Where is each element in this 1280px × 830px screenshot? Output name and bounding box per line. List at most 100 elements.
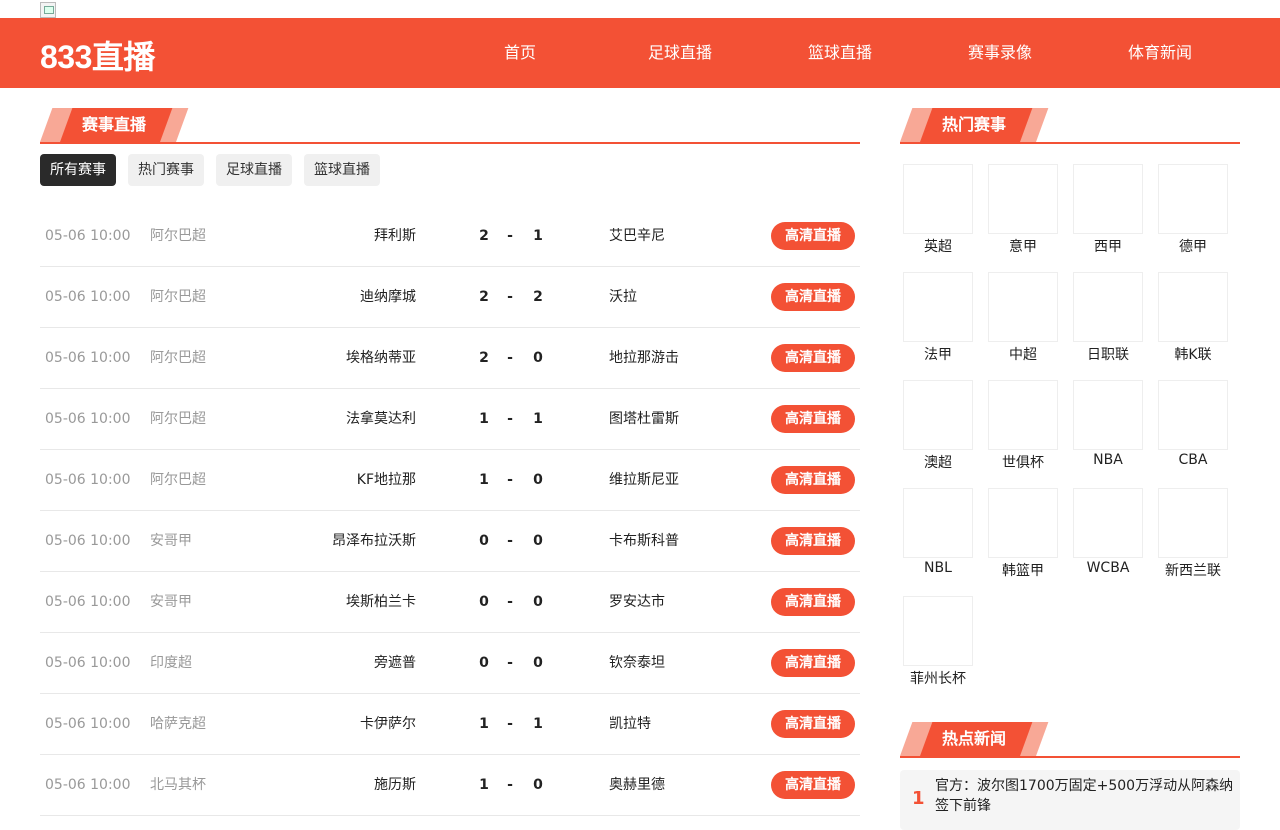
hd-live-button[interactable]: 高清直播 [771, 344, 855, 372]
match-row[interactable]: 05-06 10:00 北马其杯 施历斯 1 - 0 奥赫里德 高清直播 [40, 755, 860, 816]
match-row[interactable]: 05-06 10:00 阿尔巴超 法拿莫达利 1 - 1 图塔杜雷斯 高清直播 [40, 389, 860, 450]
away-team: 凯拉特 [609, 716, 651, 732]
score-separator: - [507, 594, 513, 610]
match-time: 05-06 10:00 [45, 655, 131, 671]
filter-basketball[interactable]: 篮球直播 [304, 154, 380, 186]
league-item[interactable]: 韩K联 [1155, 272, 1240, 380]
league-name: NBA [1093, 452, 1123, 468]
league-logo-placeholder [903, 596, 973, 666]
away-team: 沃拉 [609, 289, 637, 305]
league-item[interactable]: 德甲 [1155, 164, 1240, 272]
match-league[interactable]: 印度超 [150, 633, 192, 693]
filter-football[interactable]: 足球直播 [216, 154, 292, 186]
away-team: 维拉斯尼亚 [609, 472, 679, 488]
home-team: 法拿莫达利 [346, 411, 416, 427]
away-team: 图塔杜雷斯 [609, 411, 679, 427]
match-row[interactable]: 05-06 10:00 安哥甲 埃斯柏兰卡 0 - 0 罗安达市 高清直播 [40, 572, 860, 633]
match-row[interactable]: 05-06 10:00 安哥甲 昂泽布拉沃斯 0 - 0 卡布斯科普 高清直播 [40, 511, 860, 572]
score-separator: - [507, 655, 513, 671]
nav-match-replays[interactable]: 赛事录像 [920, 18, 1080, 88]
hd-live-button[interactable]: 高清直播 [771, 405, 855, 433]
league-logo-placeholder [988, 272, 1058, 342]
league-item[interactable]: 西甲 [1070, 164, 1155, 272]
hd-live-button[interactable]: 高清直播 [771, 710, 855, 738]
home-team: 埃斯柏兰卡 [346, 594, 416, 610]
home-score: 1 [479, 777, 489, 793]
hd-live-button[interactable]: 高清直播 [771, 222, 855, 250]
home-score: 2 [479, 228, 489, 244]
hd-live-button[interactable]: 高清直播 [771, 771, 855, 799]
score-separator: - [507, 289, 513, 305]
nav-football-live[interactable]: 足球直播 [600, 18, 760, 88]
filter-all[interactable]: 所有赛事 [40, 154, 116, 186]
match-row[interactable]: 05-06 10:00 阿尔巴超 迪纳摩城 2 - 2 沃拉 高清直播 [40, 267, 860, 328]
nav-basketball-live[interactable]: 篮球直播 [760, 18, 920, 88]
match-league[interactable]: 阿尔巴超 [150, 206, 206, 266]
league-item[interactable]: 菲州长杯 [900, 596, 985, 704]
match-row[interactable]: 05-06 10:00 阿尔巴超 拜利斯 2 - 1 艾巴辛尼 高清直播 [40, 206, 860, 267]
home-team: 旁遮普 [374, 655, 416, 671]
match-time: 05-06 10:00 [45, 411, 131, 427]
match-league[interactable]: 阿尔巴超 [150, 267, 206, 327]
match-league[interactable]: 阿尔巴超 [150, 389, 206, 449]
away-team: 艾巴辛尼 [609, 228, 665, 244]
league-item[interactable]: 新西兰联 [1155, 488, 1240, 596]
nav-sports-news[interactable]: 体育新闻 [1080, 18, 1240, 88]
match-row[interactable]: 05-06 10:00 印度超 旁遮普 0 - 0 钦奈泰坦 高清直播 [40, 633, 860, 694]
hd-live-button[interactable]: 高清直播 [771, 527, 855, 555]
match-league[interactable]: 哈萨克超 [150, 694, 206, 754]
match-league[interactable]: 北马其杯 [150, 755, 206, 815]
match-row[interactable]: 05-06 10:00 哈萨克超 卡伊萨尔 1 - 1 凯拉特 高清直播 [40, 694, 860, 755]
match-row[interactable]: 05-06 10:00 阿尔巴超 埃格纳蒂亚 2 - 0 地拉那游击 高清直播 [40, 328, 860, 389]
away-score: 0 [533, 350, 543, 366]
match-league[interactable]: 阿尔巴超 [150, 450, 206, 510]
league-name: 新西兰联 [1165, 563, 1221, 579]
score-separator: - [507, 350, 513, 366]
hd-live-button[interactable]: 高清直播 [771, 588, 855, 616]
site-header: 833直播 首页 足球直播 篮球直播 赛事录像 体育新闻 [0, 18, 1280, 88]
away-score: 0 [533, 655, 543, 671]
news-item[interactable]: 1 官方：波尔图1700万固定+500万浮动从阿森纳签下前锋 [900, 770, 1240, 830]
home-team: 拜利斯 [374, 228, 416, 244]
away-team: 钦奈泰坦 [609, 655, 665, 671]
league-name: 日职联 [1087, 347, 1129, 363]
league-item[interactable]: 澳超 [900, 380, 985, 488]
site-logo[interactable]: 833直播 [40, 32, 155, 78]
league-item[interactable]: 世俱杯 [985, 380, 1070, 488]
score-separator: - [507, 411, 513, 427]
league-item[interactable]: 日职联 [1070, 272, 1155, 380]
hot-section-title: 热门赛事 [941, 115, 1006, 134]
league-item[interactable]: WCBA [1070, 488, 1155, 596]
nav-home[interactable]: 首页 [440, 18, 600, 88]
news-section-header: 热点新闻 [900, 722, 1240, 758]
home-score: 1 [479, 716, 489, 732]
league-logo-placeholder [903, 164, 973, 234]
filter-hot[interactable]: 热门赛事 [128, 154, 204, 186]
news-headline[interactable]: 官方：波尔图1700万固定+500万浮动从阿森纳签下前锋 [935, 776, 1235, 816]
match-league[interactable]: 阿尔巴超 [150, 328, 206, 388]
league-item[interactable]: NBL [900, 488, 985, 596]
league-item[interactable]: CBA [1155, 380, 1240, 488]
hd-live-button[interactable]: 高清直播 [771, 466, 855, 494]
league-item[interactable]: 韩篮甲 [985, 488, 1070, 596]
league-item[interactable]: 法甲 [900, 272, 985, 380]
main-nav: 首页 足球直播 篮球直播 赛事录像 体育新闻 [440, 18, 1240, 88]
league-item[interactable]: 意甲 [985, 164, 1070, 272]
league-logo-placeholder [1073, 380, 1143, 450]
league-logo-placeholder [903, 488, 973, 558]
hd-live-button[interactable]: 高清直播 [771, 283, 855, 311]
league-item[interactable]: 英超 [900, 164, 985, 272]
score-separator: - [507, 228, 513, 244]
hd-live-button[interactable]: 高清直播 [771, 649, 855, 677]
league-item[interactable]: NBA [1070, 380, 1155, 488]
match-league[interactable]: 安哥甲 [150, 572, 192, 632]
home-team: 卡伊萨尔 [360, 716, 416, 732]
home-score: 1 [479, 411, 489, 427]
match-row[interactable]: 05-06 10:00 阿尔巴超 KF地拉那 1 - 0 维拉斯尼亚 高清直播 [40, 450, 860, 511]
match-time: 05-06 10:00 [45, 350, 131, 366]
away-score: 0 [533, 472, 543, 488]
home-team: 施历斯 [374, 777, 416, 793]
match-league[interactable]: 安哥甲 [150, 511, 192, 571]
home-team: KF地拉那 [356, 472, 416, 488]
league-item[interactable]: 中超 [985, 272, 1070, 380]
